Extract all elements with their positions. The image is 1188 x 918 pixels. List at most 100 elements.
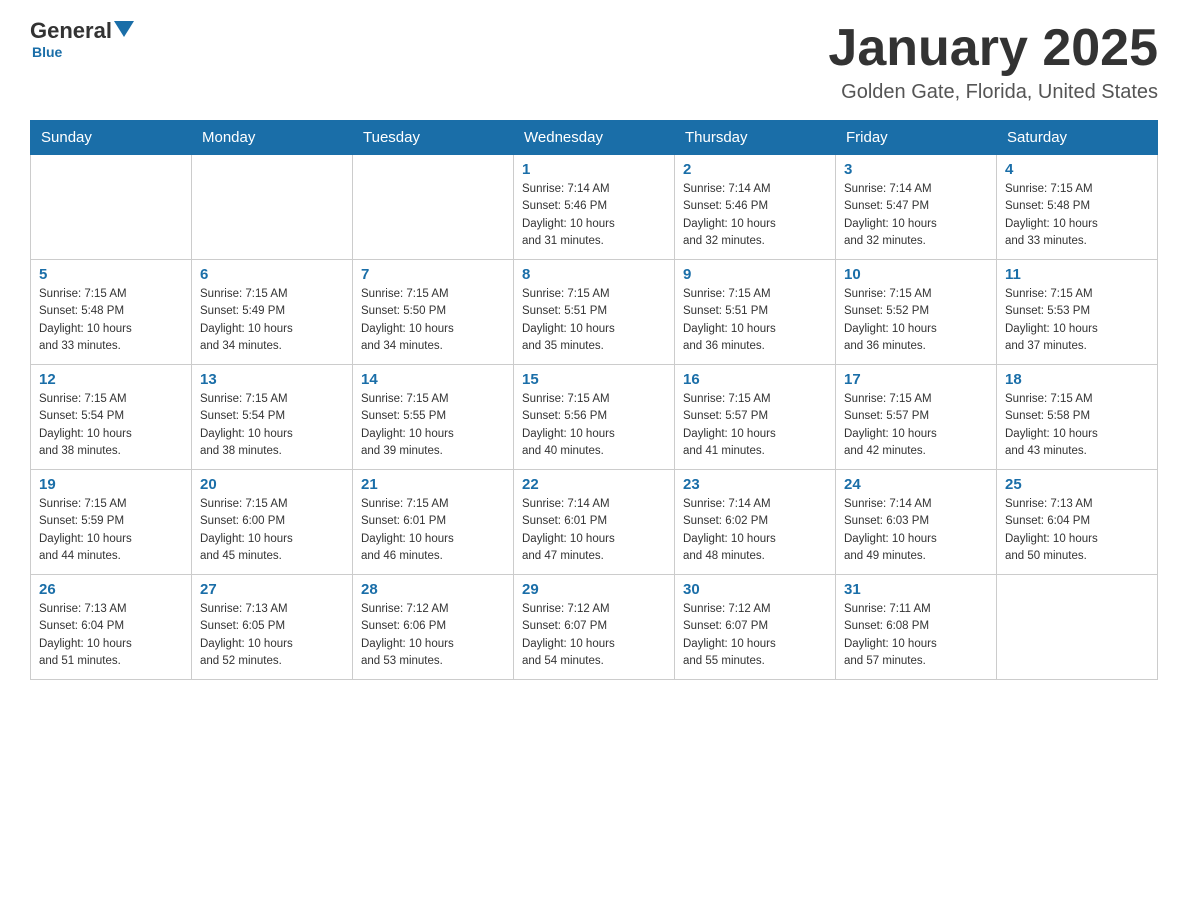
day-number: 1 (522, 161, 666, 178)
calendar-cell: 6 Sunrise: 7:15 AMSunset: 5:49 PMDaylight… (192, 260, 353, 365)
day-number: 3 (844, 161, 988, 178)
calendar-cell: 24 Sunrise: 7:14 AMSunset: 6:03 PMDayligh… (836, 470, 997, 575)
day-number: 27 (200, 581, 344, 598)
day-info: Sunrise: 7:14 AMSunset: 5:46 PMDaylight:… (522, 181, 666, 250)
day-info: Sunrise: 7:13 AMSunset: 6:04 PMDaylight:… (39, 601, 183, 670)
location-title: Golden Gate, Florida, United States (828, 81, 1158, 104)
month-title: January 2025 (828, 20, 1158, 77)
logo: General Blue (30, 20, 134, 60)
calendar-cell: 14Sunrise: 7:15 AMSunset: 5:55 PMDayligh… (353, 365, 514, 470)
day-number: 20 (200, 476, 344, 493)
calendar-week-row: 1 Sunrise: 7:14 AMSunset: 5:46 PMDaylight… (31, 155, 1158, 260)
day-info: Sunrise: 7:13 AMSunset: 6:05 PMDaylight:… (200, 601, 344, 670)
day-number: 14 (361, 371, 505, 388)
day-number: 13 (200, 371, 344, 388)
calendar-cell: 25 Sunrise: 7:13 AMSunset: 6:04 PMDayligh… (997, 470, 1158, 575)
day-info: Sunrise: 7:15 AMSunset: 6:00 PMDaylight:… (200, 496, 344, 565)
column-header-tuesday: Tuesday (353, 121, 514, 155)
day-info: Sunrise: 7:15 AMSunset: 5:57 PMDaylight:… (844, 391, 988, 460)
day-info: Sunrise: 7:15 AMSunset: 5:48 PMDaylight:… (39, 286, 183, 355)
day-info: Sunrise: 7:14 AMSunset: 6:03 PMDaylight:… (844, 496, 988, 565)
day-info: Sunrise: 7:15 AMSunset: 5:51 PMDaylight:… (522, 286, 666, 355)
calendar-week-row: 12 Sunrise: 7:15 AMSunset: 5:54 PMDayligh… (31, 365, 1158, 470)
day-info: Sunrise: 7:15 AMSunset: 5:53 PMDaylight:… (1005, 286, 1149, 355)
day-info: Sunrise: 7:12 AMSunset: 6:07 PMDaylight:… (522, 601, 666, 670)
day-number: 6 (200, 266, 344, 283)
calendar-cell: 27 Sunrise: 7:13 AMSunset: 6:05 PMDayligh… (192, 575, 353, 680)
calendar-cell: 26Sunrise: 7:13 AMSunset: 6:04 PMDayligh… (31, 575, 192, 680)
calendar-cell: 5 Sunrise: 7:15 AMSunset: 5:48 PMDaylight… (31, 260, 192, 365)
calendar-cell: 16 Sunrise: 7:15 AMSunset: 5:57 PMDayligh… (675, 365, 836, 470)
calendar-cell: 2 Sunrise: 7:14 AMSunset: 5:46 PMDaylight… (675, 155, 836, 260)
page-header: General Blue January 2025 Golden Gate, F… (30, 20, 1158, 104)
day-number: 25 (1005, 476, 1149, 493)
day-info: Sunrise: 7:15 AMSunset: 5:51 PMDaylight:… (683, 286, 827, 355)
day-info: Sunrise: 7:14 AMSunset: 6:02 PMDaylight:… (683, 496, 827, 565)
day-number: 15 (522, 371, 666, 388)
calendar-cell: 11Sunrise: 7:15 AMSunset: 5:53 PMDayligh… (997, 260, 1158, 365)
day-number: 31 (844, 581, 988, 598)
logo-general-text: General (30, 20, 112, 42)
calendar-table: SundayMondayTuesdayWednesdayThursdayFrid… (30, 120, 1158, 680)
calendar-cell: 23Sunrise: 7:14 AMSunset: 6:02 PMDayligh… (675, 470, 836, 575)
title-area: January 2025 Golden Gate, Florida, Unite… (828, 20, 1158, 104)
calendar-cell: 15 Sunrise: 7:15 AMSunset: 5:56 PMDayligh… (514, 365, 675, 470)
day-info: Sunrise: 7:14 AMSunset: 5:47 PMDaylight:… (844, 181, 988, 250)
day-info: Sunrise: 7:15 AMSunset: 5:49 PMDaylight:… (200, 286, 344, 355)
day-info: Sunrise: 7:13 AMSunset: 6:04 PMDaylight:… (1005, 496, 1149, 565)
day-info: Sunrise: 7:15 AMSunset: 5:58 PMDaylight:… (1005, 391, 1149, 460)
calendar-cell: 7Sunrise: 7:15 AMSunset: 5:50 PMDaylight… (353, 260, 514, 365)
day-number: 16 (683, 371, 827, 388)
day-info: Sunrise: 7:15 AMSunset: 6:01 PMDaylight:… (361, 496, 505, 565)
logo-blue-text: Blue (32, 44, 62, 60)
day-info: Sunrise: 7:12 AMSunset: 6:06 PMDaylight:… (361, 601, 505, 670)
calendar-cell: 12Sunrise: 7:15 AMSunset: 5:54 PMDayligh… (31, 365, 192, 470)
column-header-thursday: Thursday (675, 121, 836, 155)
day-number: 10 (844, 266, 988, 283)
day-info: Sunrise: 7:15 AMSunset: 5:59 PMDaylight:… (39, 496, 183, 565)
calendar-cell: 17Sunrise: 7:15 AMSunset: 5:57 PMDayligh… (836, 365, 997, 470)
column-header-saturday: Saturday (997, 121, 1158, 155)
day-number: 2 (683, 161, 827, 178)
calendar-cell: 22 Sunrise: 7:14 AMSunset: 6:01 PMDayligh… (514, 470, 675, 575)
calendar-cell: 20 Sunrise: 7:15 AMSunset: 6:00 PMDayligh… (192, 470, 353, 575)
day-info: Sunrise: 7:15 AMSunset: 5:48 PMDaylight:… (1005, 181, 1149, 250)
column-header-monday: Monday (192, 121, 353, 155)
day-number: 12 (39, 371, 183, 388)
calendar-cell: 21Sunrise: 7:15 AMSunset: 6:01 PMDayligh… (353, 470, 514, 575)
day-number: 9 (683, 266, 827, 283)
day-number: 18 (1005, 371, 1149, 388)
calendar-cell: 19 Sunrise: 7:15 AMSunset: 5:59 PMDayligh… (31, 470, 192, 575)
calendar-cell: 18 Sunrise: 7:15 AMSunset: 5:58 PMDayligh… (997, 365, 1158, 470)
calendar-cell (353, 155, 514, 260)
day-info: Sunrise: 7:14 AMSunset: 6:01 PMDaylight:… (522, 496, 666, 565)
day-number: 5 (39, 266, 183, 283)
calendar-week-row: 5 Sunrise: 7:15 AMSunset: 5:48 PMDaylight… (31, 260, 1158, 365)
day-info: Sunrise: 7:15 AMSunset: 5:50 PMDaylight:… (361, 286, 505, 355)
calendar-cell: 31Sunrise: 7:11 AMSunset: 6:08 PMDayligh… (836, 575, 997, 680)
column-header-sunday: Sunday (31, 121, 192, 155)
day-info: Sunrise: 7:15 AMSunset: 5:54 PMDaylight:… (200, 391, 344, 460)
calendar-cell: 9 Sunrise: 7:15 AMSunset: 5:51 PMDaylight… (675, 260, 836, 365)
day-number: 4 (1005, 161, 1149, 178)
calendar-cell: 10 Sunrise: 7:15 AMSunset: 5:52 PMDayligh… (836, 260, 997, 365)
day-number: 22 (522, 476, 666, 493)
calendar-cell: 13 Sunrise: 7:15 AMSunset: 5:54 PMDayligh… (192, 365, 353, 470)
calendar-cell: 28Sunrise: 7:12 AMSunset: 6:06 PMDayligh… (353, 575, 514, 680)
logo-triangle-icon (114, 21, 134, 37)
day-info: Sunrise: 7:15 AMSunset: 5:56 PMDaylight:… (522, 391, 666, 460)
day-info: Sunrise: 7:15 AMSunset: 5:52 PMDaylight:… (844, 286, 988, 355)
calendar-cell (31, 155, 192, 260)
day-number: 8 (522, 266, 666, 283)
day-info: Sunrise: 7:15 AMSunset: 5:57 PMDaylight:… (683, 391, 827, 460)
calendar-cell: 29Sunrise: 7:12 AMSunset: 6:07 PMDayligh… (514, 575, 675, 680)
day-info: Sunrise: 7:14 AMSunset: 5:46 PMDaylight:… (683, 181, 827, 250)
column-header-friday: Friday (836, 121, 997, 155)
calendar-week-row: 19 Sunrise: 7:15 AMSunset: 5:59 PMDayligh… (31, 470, 1158, 575)
calendar-cell: 8 Sunrise: 7:15 AMSunset: 5:51 PMDaylight… (514, 260, 675, 365)
day-number: 30 (683, 581, 827, 598)
header-row: SundayMondayTuesdayWednesdayThursdayFrid… (31, 121, 1158, 155)
day-number: 19 (39, 476, 183, 493)
column-header-wednesday: Wednesday (514, 121, 675, 155)
day-number: 24 (844, 476, 988, 493)
